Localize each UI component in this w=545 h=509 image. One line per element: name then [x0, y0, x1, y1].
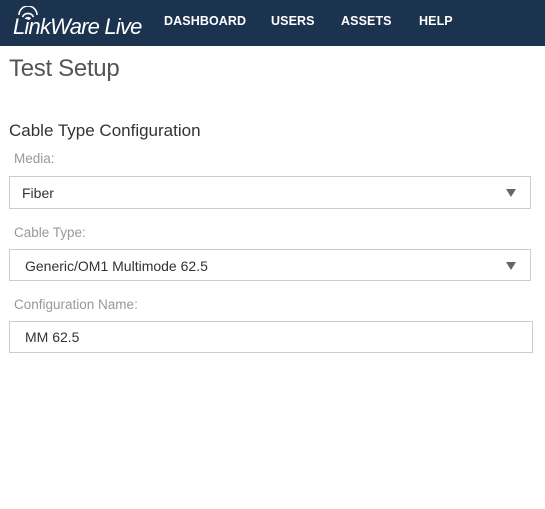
chevron-down-icon	[506, 262, 516, 270]
cable-type-label: Cable Type:	[14, 225, 86, 240]
nav-help[interactable]: HELP	[419, 14, 453, 28]
config-name-input[interactable]	[10, 322, 532, 352]
logo-wordmark: LinkWare Live	[13, 14, 142, 39]
config-name-label: Configuration Name:	[14, 297, 138, 312]
media-selected-value: Fiber	[22, 185, 54, 201]
cable-type-selected-value: Generic/OM1 Multimode 62.5	[25, 258, 208, 274]
linkware-live-logo[interactable]: LinkWare Live	[13, 6, 153, 40]
config-name-field[interactable]	[9, 321, 533, 353]
media-label: Media:	[14, 151, 55, 166]
cable-type-select[interactable]: Generic/OM1 Multimode 62.5	[9, 249, 531, 281]
top-nav-bar: LinkWare Live DASHBOARD USERS ASSETS HEL…	[0, 0, 545, 46]
nav-users[interactable]: USERS	[271, 14, 315, 28]
nav-assets[interactable]: ASSETS	[341, 14, 392, 28]
nav-dashboard[interactable]: DASHBOARD	[164, 14, 246, 28]
media-select[interactable]: Fiber	[9, 176, 531, 209]
chevron-down-icon	[506, 189, 516, 197]
page-title: Test Setup	[9, 55, 120, 82]
section-title: Cable Type Configuration	[9, 121, 201, 140]
